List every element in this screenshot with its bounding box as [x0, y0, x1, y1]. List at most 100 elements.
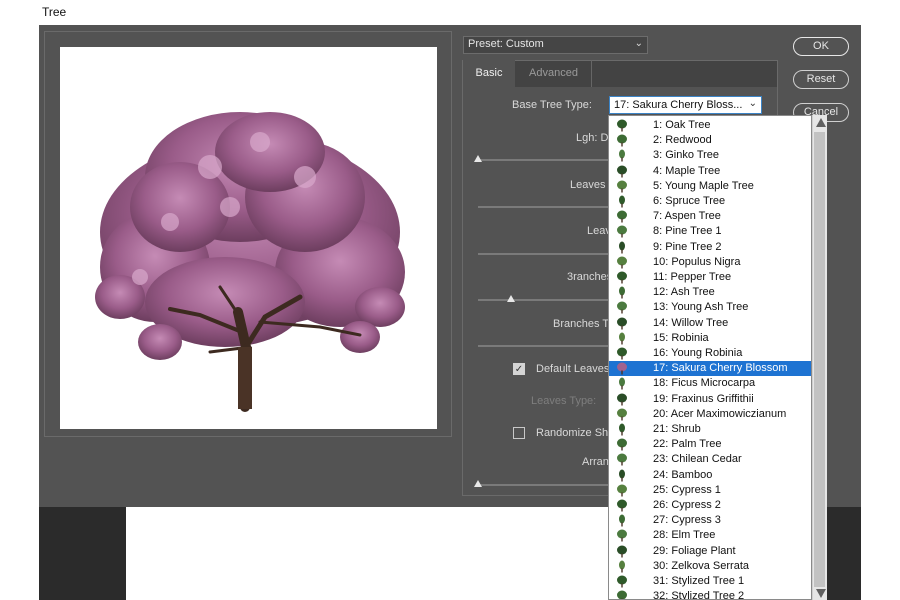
scroll-up-icon[interactable] [816, 118, 826, 127]
base-tree-type-select[interactable]: 17: Sakura Cherry Bloss... ⌄ [609, 96, 762, 114]
tree-type-option-label: 24: Bamboo [653, 468, 713, 481]
tree-thumbnail-icon [617, 393, 627, 406]
tree-thumbnail-icon [617, 362, 627, 375]
tree-type-dropdown-list[interactable]: 1: Oak Tree 2: Redwood 3: Ginko Tree 4: Map… [608, 115, 812, 600]
tree-type-option[interactable]: 17: Sakura Cherry Blossom [609, 361, 811, 377]
tree-thumbnail-icon [617, 119, 627, 132]
tree-type-option-label: 7: Aspen Tree [653, 210, 721, 223]
branches-thickness-label: Branches Th [553, 318, 616, 330]
tree-type-option[interactable]: 6: Spruce Tree [609, 194, 811, 209]
arrangement-slider[interactable] [478, 484, 608, 486]
tree-type-option[interactable]: 5: Young Maple Tree [609, 179, 811, 194]
tree-type-option[interactable]: 25: Cypress 1 [609, 483, 811, 498]
scroll-down-icon[interactable] [816, 589, 826, 598]
tree-type-option[interactable]: 32: Stylized Tree 2 [609, 589, 811, 599]
tree-type-option-label: 13: Young Ash Tree [653, 301, 749, 314]
tree-type-option[interactable]: 29: Foliage Plant [609, 544, 811, 559]
tree-type-option[interactable]: 21: Shrub [609, 422, 811, 437]
tree-type-option-label: 23: Chilean Cedar [653, 453, 742, 466]
branches-height-slider-handle[interactable] [506, 295, 515, 302]
tree-thumbnail-icon [619, 423, 625, 436]
branches-height-slider[interactable] [478, 299, 608, 301]
leaves-amount-slider[interactable] [478, 206, 608, 208]
tree-type-option[interactable]: 22: Palm Tree [609, 437, 811, 452]
arrangement-slider-handle[interactable] [474, 480, 482, 487]
tree-thumbnail-icon [617, 347, 627, 360]
tree-type-option-label: 2: Redwood [653, 134, 712, 147]
tree-thumbnail-icon [617, 301, 627, 314]
tree-type-option[interactable]: 12: Ash Tree [609, 285, 811, 300]
tree-type-option[interactable]: 8: Pine Tree 1 [609, 224, 811, 239]
tree-thumbnail-icon [617, 545, 627, 558]
tree-type-option-label: 28: Elm Tree [653, 529, 716, 542]
dropdown-scrollbar-thumb[interactable] [814, 132, 825, 587]
tree-type-option[interactable]: 26: Cypress 2 [609, 498, 811, 513]
tree-thumbnail-icon [617, 165, 627, 178]
tree-type-option[interactable]: 16: Young Robinia [609, 346, 811, 361]
tree-type-option-label: 16: Young Robinia [653, 347, 743, 359]
tree-type-option[interactable]: 14: Willow Tree [609, 316, 811, 331]
tree-type-option-label: 5: Young Maple Tree [653, 179, 754, 192]
tree-type-option[interactable]: 10: Populus Nigra [609, 255, 811, 270]
tree-type-option-label: 21: Shrub [653, 423, 701, 435]
default-leaves-checkbox[interactable]: ✓ [513, 363, 525, 375]
tab-advanced[interactable]: Advanced [516, 60, 592, 87]
tree-type-option-label: 8: Pine Tree 1 [653, 225, 722, 238]
preset-dropdown[interactable]: Preset: Custom ⌄ [463, 36, 648, 54]
tree-type-option-label: 20: Acer Maximowiczianum [653, 407, 787, 420]
tree-thumbnail-icon [617, 590, 627, 599]
tree-type-option-label: 1: Oak Tree [653, 119, 711, 131]
tree-type-option[interactable]: 27: Cypress 3 [609, 513, 811, 528]
light-direction-slider-handle[interactable] [474, 155, 482, 162]
tree-type-option[interactable]: 19: Fraxinus Griffithii [609, 392, 811, 407]
tree-type-option[interactable]: 23: Chilean Cedar [609, 452, 811, 467]
tree-type-option-label: 18: Ficus Microcarpa [653, 377, 756, 390]
tree-type-option-label: 14: Willow Tree [653, 316, 729, 329]
randomize-shapes-checkbox[interactable] [513, 427, 525, 439]
tree-type-option[interactable]: 18: Ficus Microcarpa [609, 376, 811, 391]
tree-type-option-label: 9: Pine Tree 2 [653, 240, 722, 253]
tree-thumbnail-icon [617, 225, 627, 238]
tree-thumbnail-icon [617, 575, 627, 588]
tree-type-option[interactable]: 7: Aspen Tree [609, 209, 811, 224]
tree-type-option[interactable]: 31: Stylized Tree 1 [609, 574, 811, 589]
tree-type-option-label: 19: Fraxinus Griffithii [653, 392, 754, 405]
sakura-tree-image [95, 112, 405, 412]
tree-type-option-label: 3: Ginko Tree [653, 149, 720, 162]
light-direction-slider[interactable] [478, 159, 608, 161]
tree-type-option[interactable]: 9: Pine Tree 2 [609, 240, 811, 255]
tab-basic[interactable]: Basic [463, 60, 515, 87]
chevron-down-icon: ⌄ [748, 98, 757, 109]
tree-type-option[interactable]: 15: Robinia [609, 331, 811, 346]
reset-button[interactable]: Reset [793, 70, 849, 89]
window-title: Tree [42, 5, 67, 19]
tree-type-option[interactable]: 28: Elm Tree [609, 528, 811, 543]
tree-thumbnail-icon [619, 286, 625, 299]
tree-type-option-label: 10: Populus Nigra [653, 255, 741, 268]
tree-type-option[interactable]: 3: Ginko Tree [609, 148, 811, 163]
tree-type-option[interactable]: 13: Young Ash Tree [609, 300, 811, 315]
ok-button[interactable]: OK [793, 37, 849, 56]
tree-type-option[interactable]: 1: Oak Tree [609, 118, 811, 133]
tree-type-option[interactable]: 2: Redwood [609, 133, 811, 148]
preset-label: Preset: Custom [468, 38, 544, 50]
tree-type-option[interactable]: 30: Zelkova Serrata [609, 559, 811, 574]
tree-thumbnail-icon [617, 408, 627, 421]
tree-type-option[interactable]: 11: Pepper Tree [609, 270, 811, 285]
tree-thumbnail-icon [619, 149, 625, 162]
tree-type-option[interactable]: 4: Maple Tree [609, 164, 811, 179]
window-titlebar: Tree [0, 0, 900, 25]
arrangement-label: Arran [582, 456, 609, 468]
leaves-size-slider[interactable] [478, 253, 608, 255]
tree-type-option[interactable]: 24: Bamboo [609, 468, 811, 483]
tree-type-option[interactable]: 20: Acer Maximowiczianum [609, 407, 811, 422]
tree-thumbnail-icon [617, 529, 627, 542]
tree-thumbnail-icon [617, 180, 627, 193]
tree-type-option-label: 4: Maple Tree [653, 164, 721, 177]
branches-thickness-slider[interactable] [478, 345, 608, 347]
light-direction-label: Lgh: D [576, 132, 609, 144]
default-leaves-label: Default Leaves [536, 363, 610, 375]
tree-type-option-label: 11: Pepper Tree [653, 271, 732, 283]
tree-preview [60, 47, 437, 429]
tree-type-option-label: 27: Cypress 3 [653, 514, 721, 527]
